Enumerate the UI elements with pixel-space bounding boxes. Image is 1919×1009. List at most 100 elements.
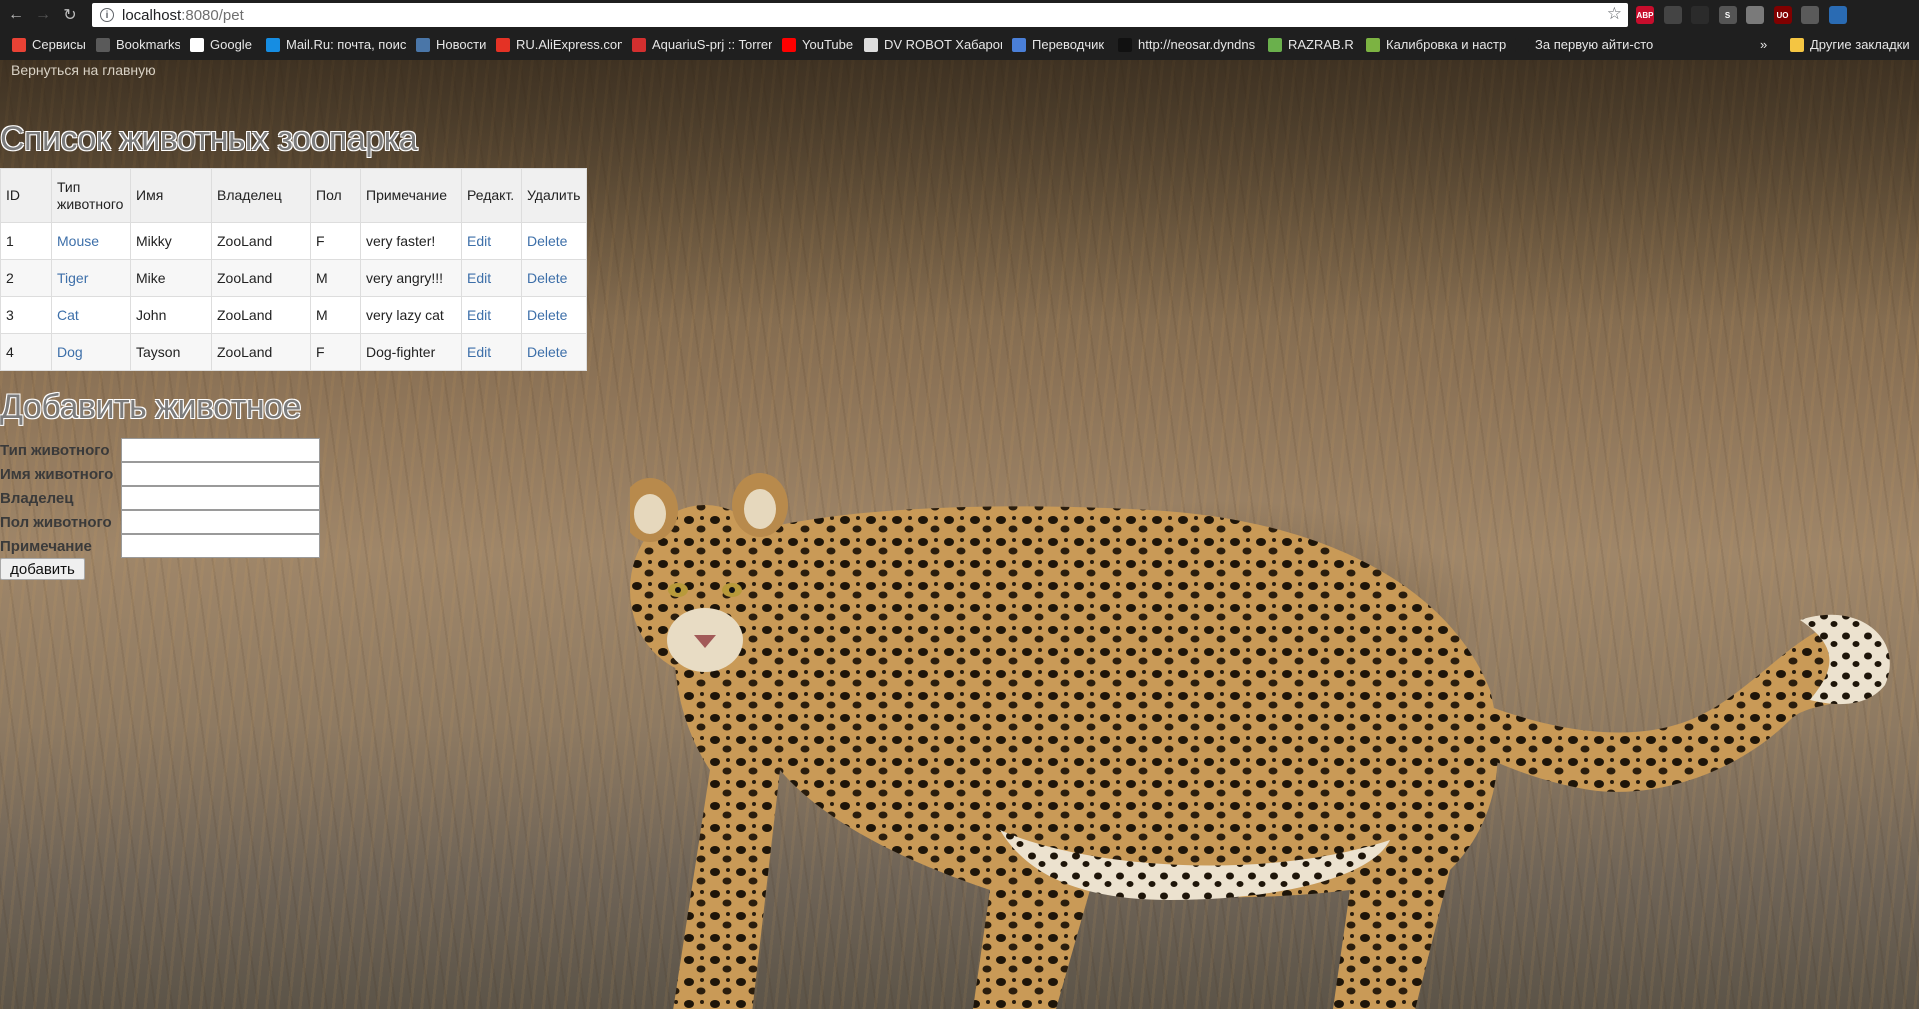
bookmark-item[interactable]: Google [190,37,252,52]
table-cell-id: 4 [0,333,52,371]
bookmark-item[interactable]: Другие закладки [1790,37,1910,52]
table-cell-id: 1 [0,222,52,260]
bookmark-item[interactable]: http://neosar.dyndns [1118,37,1255,52]
bookmark-item[interactable]: Калибровка и настр [1366,37,1506,52]
eb-icon [1515,37,1529,52]
address-url[interactable]: localhost:8080/pet [122,7,244,24]
page-title: Список животных зоопарка [0,120,418,158]
add-animal-button[interactable]: добавить [0,558,85,580]
table-cell-owner: ZooLand [211,222,311,260]
bookmarks-bar: Сервисы Bookmarks Google Mail.Ru: почта, по… [0,30,1919,60]
bookmark-item[interactable]: Mail.Ru: почта, поис [266,37,406,52]
label-note: Примечание [0,538,92,555]
bookmark-label: Калибровка и настр [1386,37,1506,52]
table-row: 2 Tiger Mike ZooLand Mvery angry!!! Edit Delet… [0,259,587,297]
table-cell-type: Dog [51,333,131,371]
edit-link[interactable]: Edit [467,307,491,323]
animal-type-link[interactable]: Dog [57,344,83,360]
bookmark-item[interactable]: RU.AliExpress.com [496,37,622,52]
bookmark-label: YouTube [802,37,854,52]
bookmark-item[interactable]: Новости [416,37,486,52]
col-header-id: ID [0,168,52,223]
table-cell-note: very angry!!! [360,259,462,297]
animal-name-input[interactable] [121,462,320,486]
puzzle-icon[interactable] [1801,6,1819,24]
adblock-icon[interactable]: ABP [1636,6,1654,24]
animal-type-link[interactable]: Cat [57,307,79,323]
owner-input[interactable] [121,486,320,510]
note-input[interactable] [121,534,320,558]
forward-arrow-icon[interactable]: → [32,4,54,26]
label-animal-name: Имя животного [0,466,114,483]
cell-owner: ZooLand [217,233,273,249]
delete-link[interactable]: Delete [527,233,567,249]
edit-link[interactable]: Edit [467,270,491,286]
col-header-type: Тип животного [51,168,131,223]
animal-type-link[interactable]: Mouse [57,233,99,249]
cell-sex: M [316,270,328,286]
animal-type-input[interactable] [121,438,320,462]
reload-icon[interactable]: ↻ [59,4,81,26]
cell-owner: ZooLand [217,270,273,286]
bookmark-item[interactable]: Переводчик [1012,37,1104,52]
table-cell-edit: Edit [461,333,522,371]
s-ext-icon[interactable]: S [1718,6,1737,24]
edit-link[interactable]: Edit [467,344,491,360]
globe-icon[interactable] [1828,6,1847,24]
table-cell-edit: Edit [461,259,522,297]
label-animal-sex: Пол животного [0,514,112,531]
edit-link[interactable]: Edit [467,233,491,249]
bookmark-item[interactable]: Bookmarks [96,37,180,52]
delete-link[interactable]: Delete [527,307,567,323]
bookmark-item[interactable]: DV ROBOT Хабаровс [864,37,1002,52]
animal-type-link[interactable]: Tiger [57,270,88,286]
page-ext-icon[interactable] [1746,6,1764,24]
map-pin-icon[interactable] [1663,6,1682,24]
table-header-row: ID Тип животного Имя Владелец Пол Примеча… [0,168,587,223]
cell-name: Tayson [136,344,181,360]
table-cell-note: very lazy cat [360,296,462,334]
table-cell-name: Tayson [130,333,212,371]
cube-icon [1268,37,1282,52]
table-cell-owner: ZooLand [211,296,311,334]
back-arrow-icon[interactable]: ← [5,4,27,26]
col-header-edit: Редакт. [461,168,522,223]
table-row: 4 Dog Tayson ZooLand F Dog-fighter Edit Delete [0,333,587,371]
back-to-home-link[interactable]: Вернуться на главную [11,62,156,78]
table-cell-sex: M [310,259,361,297]
bookmark-label: AquariuS-prj :: Torren [652,37,772,52]
site-info-icon[interactable]: i [100,8,114,22]
address-bar[interactable]: i localhost:8080/pet ☆ [92,3,1628,27]
bookmark-item[interactable]: За первую айти-сто [1515,37,1653,52]
diamond-icon[interactable] [1691,6,1709,24]
table-cell-note: Dog-fighter [360,333,462,371]
cell-id: 4 [6,344,14,360]
browser-toolbar: ← → ↻ i localhost:8080/pet ☆ ABP S UO [0,0,1919,30]
delete-link[interactable]: Delete [527,344,567,360]
bookmark-label: Переводчик [1032,37,1105,52]
bookmark-item[interactable]: AquariuS-prj :: Torren [632,37,772,52]
table-row: 3 Cat John ZooLand Mvery lazy cat Edit Delete [0,296,587,334]
bookmark-item[interactable]: RAZRAB.RU [1268,37,1354,52]
animal-sex-input[interactable] [121,510,320,534]
cell-name: Mike [136,270,166,286]
cell-owner: ZooLand [217,344,273,360]
bookmark-star-icon[interactable]: ☆ [1607,4,1622,24]
more-bookmarks-chevron-icon[interactable]: » [1760,37,1767,52]
cell-name: Mikky [136,233,172,249]
calibration-icon [1366,37,1380,52]
table-cell-id: 3 [0,296,52,334]
table-cell-name: Mikky [130,222,212,260]
bookmark-item[interactable]: YouTube [782,37,853,52]
label-owner: Владелец [0,490,74,507]
table-cell-note: very faster! [360,222,462,260]
ublock-icon[interactable]: UO [1773,6,1792,24]
bookmark-label: Google [210,37,252,52]
table-cell-delete: Delete [521,259,587,297]
col-header-owner: Владелец [211,168,311,223]
table-cell-delete: Delete [521,296,587,334]
bookmark-item[interactable]: Сервисы [12,37,86,52]
table-cell-owner: ZooLand [211,333,311,371]
bookmark-label: Bookmarks [116,37,180,52]
delete-link[interactable]: Delete [527,270,567,286]
